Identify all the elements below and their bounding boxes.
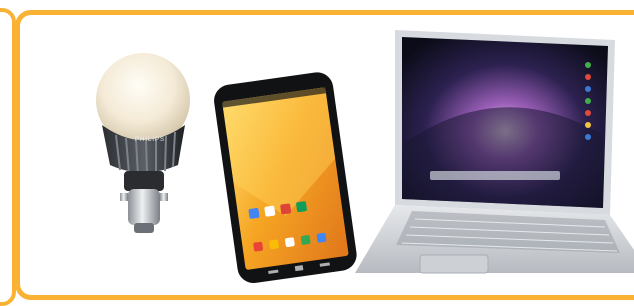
light-bulb-image: PHILIPS xyxy=(96,53,190,233)
devices-illustration: PHILIPS xyxy=(96,30,634,283)
laptop-image xyxy=(355,30,634,274)
bulb-brand-label: PHILIPS xyxy=(135,137,165,143)
image-panel: PHILIPS xyxy=(15,10,634,300)
smartphone-image xyxy=(214,72,357,283)
side-panel-edge xyxy=(0,8,16,306)
